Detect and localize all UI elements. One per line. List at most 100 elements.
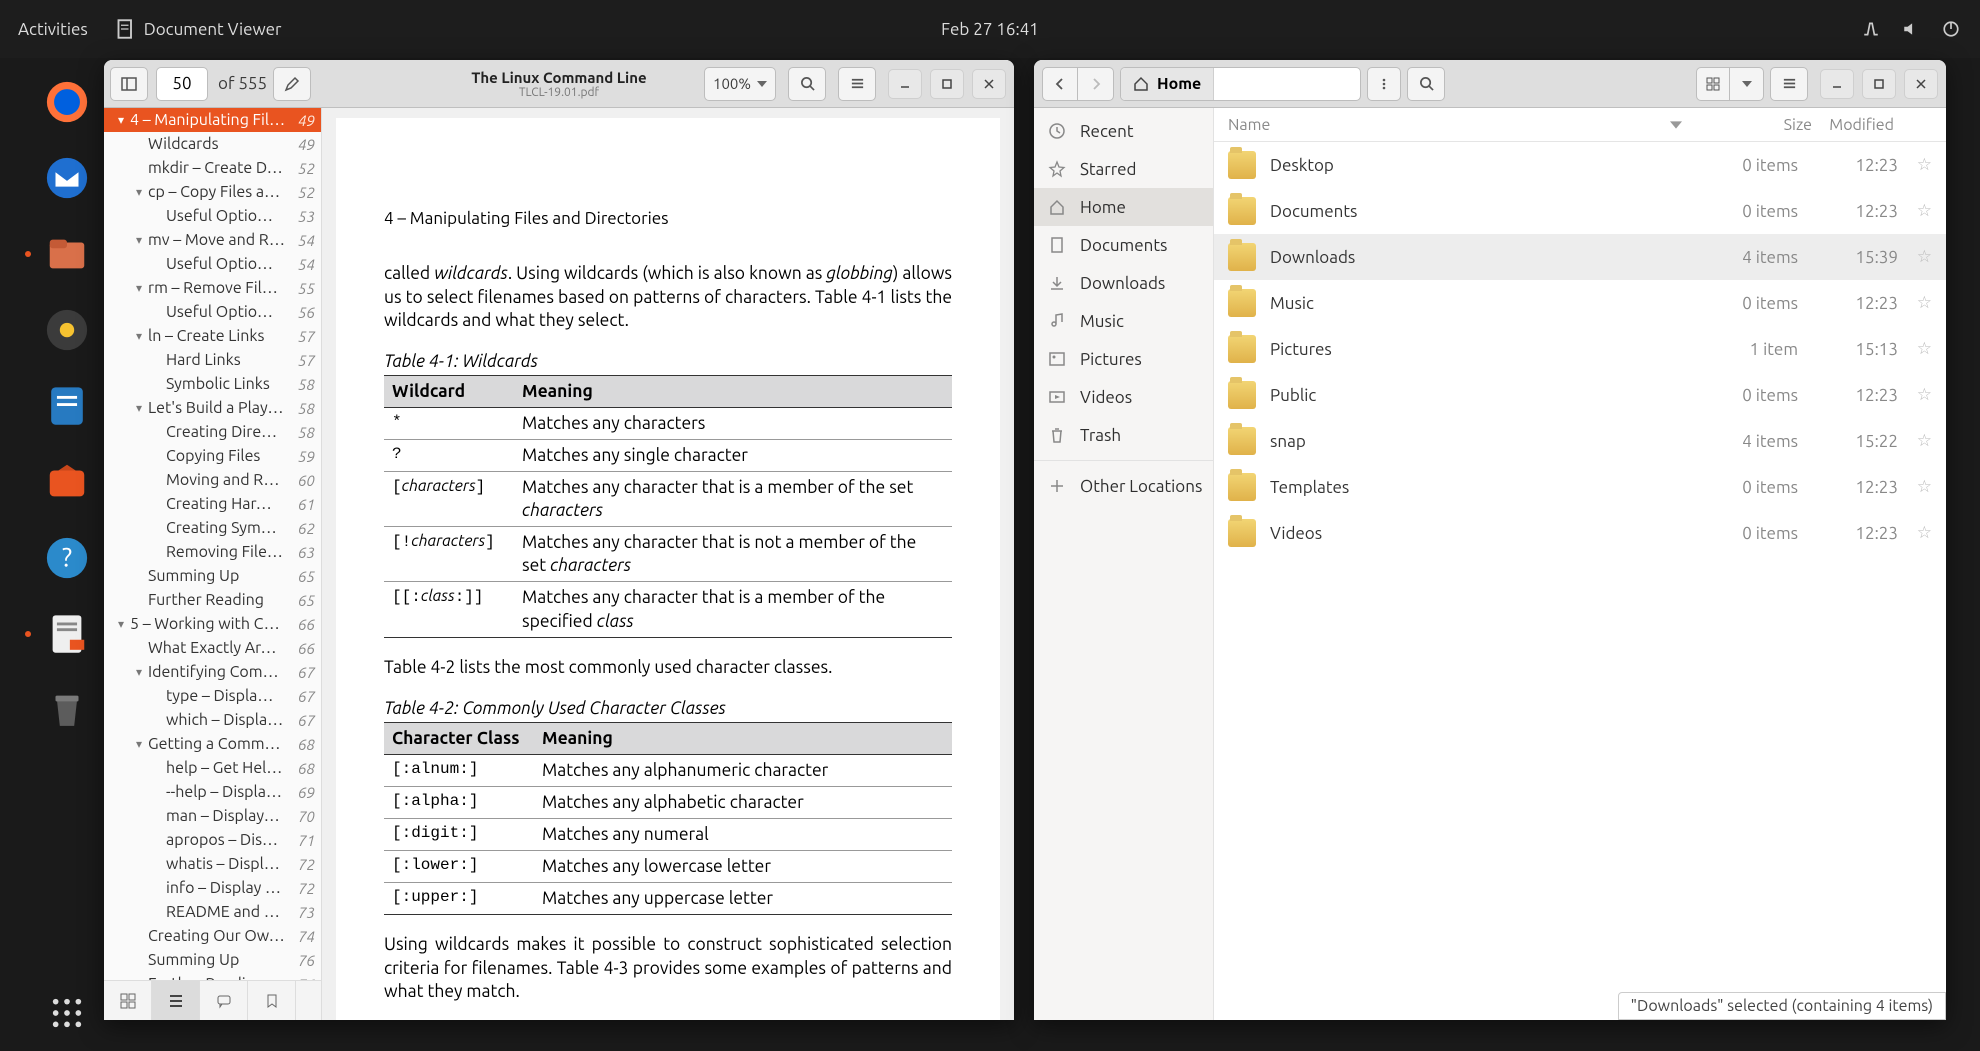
outline-row[interactable]: info – Display …72 bbox=[104, 876, 321, 900]
outline-row[interactable]: which – Displa…67 bbox=[104, 708, 321, 732]
outline-row[interactable]: ▾cp – Copy Files a…52 bbox=[104, 180, 321, 204]
path-menu-button[interactable] bbox=[1367, 67, 1401, 101]
dock-trash[interactable] bbox=[39, 682, 95, 738]
outline-row[interactable]: ▾Identifying Com…67 bbox=[104, 660, 321, 684]
files-menu-button[interactable] bbox=[1770, 67, 1808, 101]
dock-thunderbird[interactable] bbox=[39, 150, 95, 206]
sidebar-item-videos[interactable]: Videos bbox=[1034, 378, 1213, 416]
outline-row[interactable]: ▾Let's Build a Play…58 bbox=[104, 396, 321, 420]
path-segment-home[interactable]: Home bbox=[1121, 68, 1214, 100]
outline-row[interactable]: whatis – Displ…72 bbox=[104, 852, 321, 876]
files-close-button[interactable] bbox=[1904, 69, 1938, 99]
outline-row[interactable]: Summing Up65 bbox=[104, 564, 321, 588]
star-toggle[interactable]: ☆ bbox=[1898, 477, 1932, 497]
path-bar[interactable]: Home bbox=[1120, 67, 1361, 101]
power-icon[interactable] bbox=[1942, 20, 1960, 38]
outline-row[interactable]: Moving and R…60 bbox=[104, 468, 321, 492]
outline-row[interactable]: Symbolic Links58 bbox=[104, 372, 321, 396]
outline-row[interactable]: apropos – Dis…71 bbox=[104, 828, 321, 852]
outline-row[interactable]: ▾mv – Move and R…54 bbox=[104, 228, 321, 252]
outline-row[interactable]: --help – Displa…69 bbox=[104, 780, 321, 804]
outline-row[interactable]: ▾5 – Working with C…66 bbox=[104, 612, 321, 636]
file-row[interactable]: Templates0 items12:23☆ bbox=[1214, 464, 1946, 510]
outline-row[interactable]: Creating Dire…58 bbox=[104, 420, 321, 444]
outline-row[interactable]: Useful Optio…54 bbox=[104, 252, 321, 276]
forward-button[interactable] bbox=[1078, 67, 1114, 101]
sidebar-item-starred[interactable]: Starred bbox=[1034, 150, 1213, 188]
dock-show-apps[interactable] bbox=[32, 985, 102, 1041]
outline-row[interactable]: ▾ln – Create Links57 bbox=[104, 324, 321, 348]
star-toggle[interactable]: ☆ bbox=[1898, 201, 1932, 221]
activities-button[interactable]: Activities bbox=[0, 20, 106, 39]
file-row[interactable]: snap4 items15:22☆ bbox=[1214, 418, 1946, 464]
files-maximize-button[interactable] bbox=[1862, 69, 1896, 99]
outline-row[interactable]: Useful Optio…56 bbox=[104, 300, 321, 324]
sidebar-item-pictures[interactable]: Pictures bbox=[1034, 340, 1213, 378]
files-minimize-button[interactable] bbox=[1820, 69, 1854, 99]
app-menu[interactable]: Document Viewer bbox=[106, 19, 292, 39]
dock-rhythmbox[interactable] bbox=[39, 302, 95, 358]
dock-software[interactable] bbox=[39, 454, 95, 510]
star-toggle[interactable]: ☆ bbox=[1898, 247, 1932, 267]
outline-row[interactable]: Hard Links57 bbox=[104, 348, 321, 372]
maximize-button[interactable] bbox=[930, 69, 964, 99]
clock[interactable]: Feb 27 16:41 bbox=[941, 20, 1039, 39]
column-headers[interactable]: Name Size Modified bbox=[1214, 108, 1946, 142]
star-toggle[interactable]: ☆ bbox=[1898, 339, 1932, 359]
page-number-input[interactable] bbox=[156, 67, 208, 101]
sidebar-item-other-locations[interactable]: Other Locations bbox=[1034, 467, 1213, 505]
outline-row[interactable]: Copying Files59 bbox=[104, 444, 321, 468]
search-button[interactable] bbox=[788, 67, 826, 101]
back-button[interactable] bbox=[1042, 67, 1078, 101]
network-icon[interactable] bbox=[1862, 20, 1880, 38]
file-row[interactable]: Public0 items12:23☆ bbox=[1214, 372, 1946, 418]
sidebar-item-home[interactable]: Home bbox=[1034, 188, 1213, 226]
outline-row[interactable]: Creating Har…61 bbox=[104, 492, 321, 516]
outline-row[interactable]: help – Get Hel…68 bbox=[104, 756, 321, 780]
file-row[interactable]: Pictures1 item15:13☆ bbox=[1214, 326, 1946, 372]
annotate-button[interactable] bbox=[273, 67, 311, 101]
file-row[interactable]: Desktop0 items12:23☆ bbox=[1214, 142, 1946, 188]
outline-row[interactable]: What Exactly Ar…66 bbox=[104, 636, 321, 660]
dock-firefox[interactable] bbox=[39, 74, 95, 130]
dock-help[interactable]: ? bbox=[39, 530, 95, 586]
star-toggle[interactable]: ☆ bbox=[1898, 385, 1932, 405]
sidebar-item-downloads[interactable]: Downloads bbox=[1034, 264, 1213, 302]
outline-row[interactable]: Wildcards49 bbox=[104, 132, 321, 156]
outline-row[interactable]: README and …73 bbox=[104, 900, 321, 924]
file-row[interactable]: Videos0 items12:23☆ bbox=[1214, 510, 1946, 556]
outline-row[interactable]: Creating Sym…62 bbox=[104, 516, 321, 540]
volume-icon[interactable] bbox=[1902, 20, 1920, 38]
zoom-selector[interactable]: 100% bbox=[704, 67, 776, 101]
star-toggle[interactable]: ☆ bbox=[1898, 523, 1932, 543]
page-viewport[interactable]: 4 – Manipulating Files and Directories c… bbox=[322, 108, 1014, 1020]
outline-row[interactable]: ▾Getting a Comm…68 bbox=[104, 732, 321, 756]
dock-files[interactable] bbox=[39, 226, 95, 282]
star-toggle[interactable]: ☆ bbox=[1898, 293, 1932, 313]
dock-writer[interactable] bbox=[39, 378, 95, 434]
outline-row[interactable]: Useful Optio…53 bbox=[104, 204, 321, 228]
outline-row[interactable]: man – Display…70 bbox=[104, 804, 321, 828]
sidebar-item-documents[interactable]: Documents bbox=[1034, 226, 1213, 264]
file-row[interactable]: Documents0 items12:23☆ bbox=[1214, 188, 1946, 234]
menu-button[interactable] bbox=[838, 67, 876, 101]
icon-view-button[interactable] bbox=[1696, 67, 1730, 101]
outline-row[interactable]: type – Displa…67 bbox=[104, 684, 321, 708]
file-row[interactable]: Downloads4 items15:39☆ bbox=[1214, 234, 1946, 280]
sidebar-item-music[interactable]: Music bbox=[1034, 302, 1213, 340]
view-dropdown-button[interactable] bbox=[1730, 67, 1764, 101]
outline-row[interactable]: ▾4 – Manipulating Fil…49 bbox=[104, 108, 321, 132]
minimize-button[interactable] bbox=[888, 69, 922, 99]
dock-evince[interactable] bbox=[39, 606, 95, 662]
thumbnails-view-button[interactable] bbox=[104, 981, 152, 1020]
outline-row[interactable]: mkdir – Create D…52 bbox=[104, 156, 321, 180]
outline-row[interactable]: Removing File…63 bbox=[104, 540, 321, 564]
bookmarks-view-button[interactable] bbox=[248, 981, 296, 1020]
star-toggle[interactable]: ☆ bbox=[1898, 431, 1932, 451]
outline-row[interactable]: ▾rm – Remove Fil…55 bbox=[104, 276, 321, 300]
file-row[interactable]: Music0 items12:23☆ bbox=[1214, 280, 1946, 326]
annotations-view-button[interactable] bbox=[200, 981, 248, 1020]
outline-row[interactable]: Creating Our Ow…74 bbox=[104, 924, 321, 948]
sidebar-item-trash[interactable]: Trash bbox=[1034, 416, 1213, 454]
star-toggle[interactable]: ☆ bbox=[1898, 155, 1932, 175]
